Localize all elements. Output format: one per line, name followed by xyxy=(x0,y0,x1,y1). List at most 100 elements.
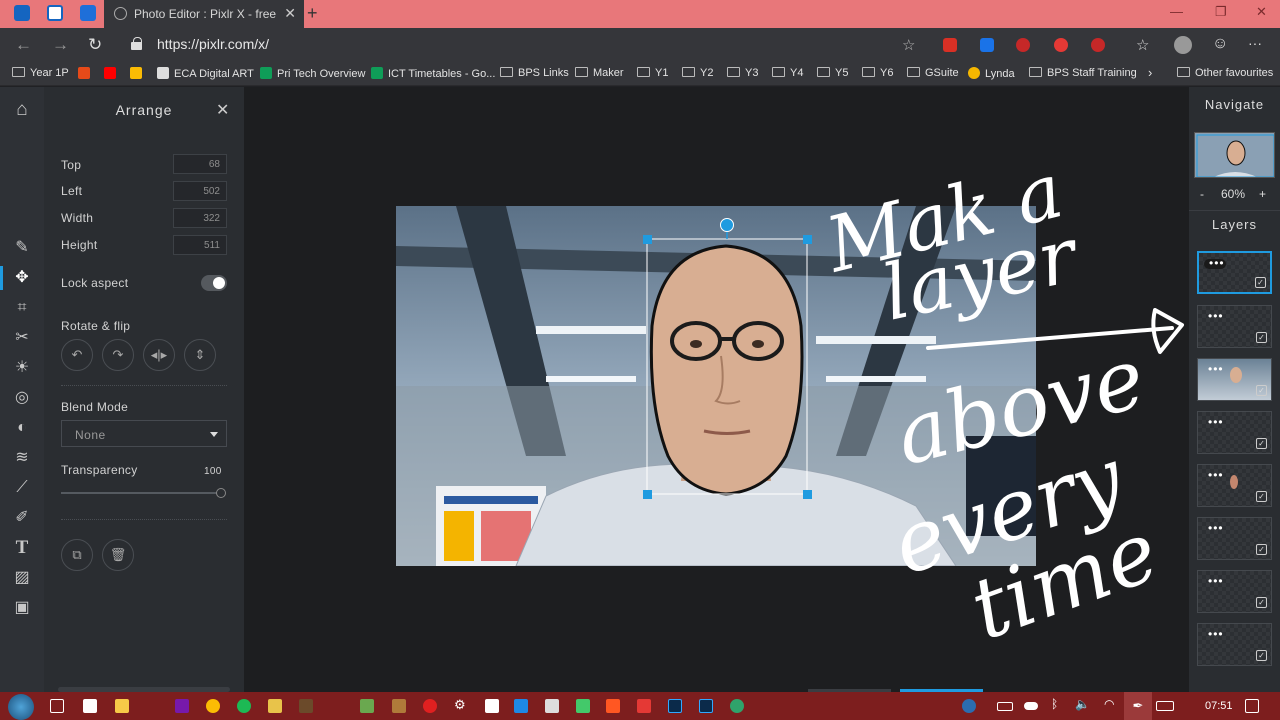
layer-visibility-checkbox[interactable]: ✓ xyxy=(1256,332,1267,343)
app-icon[interactable] xyxy=(637,699,651,713)
layer-options-icon[interactable]: ••• xyxy=(1208,362,1224,376)
layer-visibility-checkbox[interactable]: ✓ xyxy=(1256,385,1267,396)
more-menu-icon[interactable]: ··· xyxy=(1248,35,1262,51)
retouch-icon[interactable]: ⟋ xyxy=(11,477,33,499)
draw-brush-icon[interactable]: ✐ xyxy=(11,507,33,529)
layer-item[interactable]: ••• ✓ xyxy=(1197,517,1272,560)
layer-item[interactable]: ••• ✓ xyxy=(1197,464,1272,507)
extension-icon[interactable] xyxy=(1091,38,1105,52)
keyboard-icon[interactable] xyxy=(1156,701,1174,711)
home-icon[interactable]: ⌂ xyxy=(11,99,33,121)
bookmark-item[interactable]: Y2 xyxy=(682,67,713,79)
extension-icon[interactable] xyxy=(980,38,994,52)
favorites-icon[interactable]: ☆ xyxy=(1136,36,1149,54)
layer-options-icon[interactable]: ••• xyxy=(1208,415,1224,429)
chevron-right-icon[interactable]: › xyxy=(1148,65,1152,80)
transparency-slider-track[interactable] xyxy=(61,492,221,494)
drive-icon[interactable] xyxy=(130,67,147,80)
bookmark-item[interactable]: GSuite xyxy=(907,67,959,79)
cutout-scissors-icon[interactable]: ✂ xyxy=(11,327,33,349)
app-icon[interactable] xyxy=(514,699,528,713)
close-window-icon[interactable]: ✕ xyxy=(1256,4,1267,20)
effect-icon[interactable]: ◐ xyxy=(11,417,33,439)
bookmark-item[interactable]: Y5 xyxy=(817,67,848,79)
notifications-icon[interactable] xyxy=(1245,699,1259,713)
filter-icon[interactable]: ◎ xyxy=(11,387,33,409)
app-icon[interactable] xyxy=(299,699,313,713)
width-input[interactable]: 322 xyxy=(173,208,227,228)
rotate-right-button[interactable]: ↷ xyxy=(102,339,134,371)
delete-layer-button[interactable]: 🗑 xyxy=(102,539,134,571)
layer-visibility-checkbox[interactable]: ✓ xyxy=(1256,438,1267,449)
adblock-icon[interactable] xyxy=(1016,38,1030,52)
edge-icon[interactable] xyxy=(730,699,744,713)
layer-visibility-checkbox[interactable]: ✓ xyxy=(1256,597,1267,608)
onenote-icon[interactable] xyxy=(175,699,189,713)
resize-handle[interactable] xyxy=(643,490,652,499)
layer-item[interactable]: ••• ✓ xyxy=(1197,411,1272,454)
bookmark-item[interactable]: Y1 xyxy=(637,67,668,79)
layer-visibility-checkbox[interactable]: ✓ xyxy=(1256,650,1267,661)
layer-options-icon[interactable]: ••• xyxy=(1208,309,1224,323)
resize-handle[interactable] xyxy=(803,235,812,244)
layer-item[interactable]: ••• ✓ xyxy=(1197,358,1272,401)
person-icon[interactable] xyxy=(962,699,976,713)
app-icon[interactable] xyxy=(268,699,282,713)
bluetooth-icon[interactable]: ᛒ xyxy=(1051,697,1065,711)
edit-icon[interactable]: ✎ xyxy=(11,237,33,259)
editor-canvas[interactable] xyxy=(396,206,1036,566)
flip-horizontal-button[interactable]: ◂|▸ xyxy=(143,339,175,371)
bookmark-item[interactable]: BPS Links xyxy=(500,67,569,79)
bookmark-item[interactable]: Lynda xyxy=(968,67,1015,80)
url-field[interactable]: https://pixlr.com/x/ xyxy=(157,36,269,52)
extension-icon[interactable] xyxy=(1054,38,1068,52)
favorite-star-icon[interactable]: ☆ xyxy=(902,36,915,54)
bookmark-item[interactable]: BPS Staff Training xyxy=(1029,67,1137,79)
notepad-icon[interactable] xyxy=(485,699,499,713)
profile-avatar[interactable] xyxy=(1174,36,1192,54)
minecraft-icon[interactable] xyxy=(360,699,374,713)
bookmark-item[interactable]: Maker xyxy=(575,67,624,79)
crop-icon[interactable]: ⌗ xyxy=(11,297,33,319)
layer-options-icon[interactable]: ••• xyxy=(1208,574,1224,588)
layer-item[interactable]: ••• ✓ xyxy=(1197,570,1272,613)
back-icon[interactable]: ← xyxy=(15,35,32,55)
bookmark-item[interactable]: Other favourites xyxy=(1177,67,1273,79)
pinned-tab-icon[interactable] xyxy=(47,5,63,21)
layer-visibility-checkbox[interactable]: ✓ xyxy=(1256,491,1267,502)
chrome-icon[interactable] xyxy=(206,699,220,713)
start-button[interactable] xyxy=(8,694,34,720)
layer-visibility-checkbox[interactable]: ✓ xyxy=(1255,277,1266,288)
bookmark-item[interactable]: Year 1P xyxy=(12,67,69,79)
refresh-icon[interactable]: ↻ xyxy=(88,35,102,55)
pen-workspace-icon[interactable]: ✒ xyxy=(1124,692,1152,720)
bookmark-item[interactable]: ECA Digital ART xyxy=(157,67,254,80)
app-icon[interactable] xyxy=(423,699,437,713)
arrange-move-icon[interactable]: ✥ xyxy=(11,267,33,289)
blend-mode-select[interactable]: None xyxy=(61,420,227,447)
element-icon[interactable]: ▨ xyxy=(11,567,33,589)
maximize-icon[interactable]: ❐ xyxy=(1215,4,1227,20)
bookmark-item[interactable]: Pri Tech Overview xyxy=(260,67,365,80)
layer-options-icon[interactable]: ••• xyxy=(1209,256,1225,270)
layer-options-icon[interactable]: ••• xyxy=(1208,521,1224,535)
minimize-icon[interactable]: — xyxy=(1170,4,1183,19)
navigator-thumbnail[interactable] xyxy=(1194,132,1275,178)
transparency-slider-handle[interactable] xyxy=(216,488,226,498)
layer-item[interactable]: ••• ✓ xyxy=(1197,623,1272,666)
top-input[interactable]: 68 xyxy=(173,154,227,174)
close-panel-icon[interactable]: ✕ xyxy=(216,100,229,120)
extension-icon[interactable] xyxy=(943,38,957,52)
bookmark-item[interactable]: Y6 xyxy=(862,67,893,79)
zoom-in-button[interactable]: + xyxy=(1259,187,1266,201)
duplicate-layer-button[interactable]: ⧉ xyxy=(61,539,93,571)
zoom-out-button[interactable]: - xyxy=(1200,187,1204,201)
emoji-feedback-icon[interactable]: ☺ xyxy=(1212,35,1228,53)
settings-icon[interactable]: ⚙ xyxy=(454,697,468,712)
spotify-icon[interactable] xyxy=(237,699,251,713)
left-input[interactable]: 502 xyxy=(173,181,227,201)
app-icon[interactable] xyxy=(576,699,590,713)
layer-item[interactable]: ••• ✓ xyxy=(1197,251,1272,294)
layer-visibility-checkbox[interactable]: ✓ xyxy=(1256,544,1267,555)
clock[interactable]: 07:51 xyxy=(1205,700,1233,712)
